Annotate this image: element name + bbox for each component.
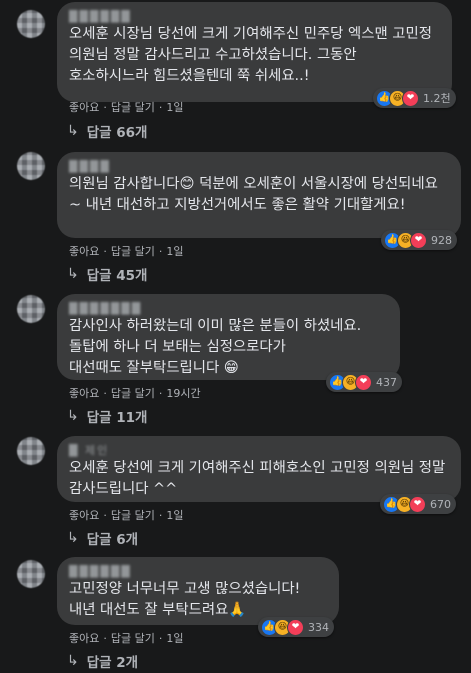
like-button[interactable]: 좋아요 — [69, 99, 99, 115]
reply-button[interactable]: 답글 달기 — [111, 243, 155, 259]
comment-bubble: ████ 의원님 감사합니다😊 덕분에 오세훈이 서울시장에 당선되네요~ 내년… — [57, 152, 461, 238]
view-replies-button[interactable]: ↳ 답글 11개 — [67, 406, 147, 426]
commenter-name[interactable]: ████ — [69, 160, 449, 173]
comment-actions: 좋아요 · 답글 달기 · 1일 — [69, 630, 184, 646]
reaction-count: 1.2천 — [423, 92, 451, 105]
comment-actions: 좋아요 · 답글 달기 · 19시간 — [69, 385, 201, 401]
like-button[interactable]: 좋아요 — [69, 507, 99, 523]
comment-bubble: ██████ 고민정양 너무너무 고생 많으셨습니다! 내년 대선도 잘 부탁드… — [57, 557, 339, 625]
like-button[interactable]: 좋아요 — [69, 243, 99, 259]
reply-arrow-icon: ↳ — [67, 530, 79, 546]
reaction-summary[interactable]: 👍 😆 ❤ 928 — [381, 230, 457, 250]
view-replies-button[interactable]: ↳ 답글 2개 — [67, 651, 138, 671]
love-reaction-icon: ❤ — [287, 618, 304, 636]
timestamp[interactable]: 1일 — [166, 99, 183, 115]
like-button[interactable]: 좋아요 — [69, 630, 99, 646]
comment-text: 고민정양 너무너무 고생 많으셨습니다! 내년 대선도 잘 부탁드려요🙏 — [69, 581, 301, 618]
reaction-summary[interactable]: 👍 😆 ❤ 334 — [258, 617, 334, 637]
comment-actions: 좋아요 · 답글 달기 · 1일 — [69, 243, 184, 259]
replies-count[interactable]: 답글 6개 — [87, 528, 138, 548]
love-reaction-icon: ❤ — [355, 373, 372, 391]
comment-bubble: ███████ 감사인사 하러왔는데 이미 많은 분들이 하셨네요. 돌탑에 하… — [57, 294, 400, 380]
reply-arrow-icon: ↳ — [67, 653, 79, 669]
avatar[interactable] — [17, 295, 45, 323]
reaction-count: 437 — [376, 375, 397, 389]
reply-button[interactable]: 답글 달기 — [111, 99, 155, 115]
timestamp[interactable]: 19시간 — [166, 385, 200, 401]
reaction-count: 334 — [308, 620, 329, 634]
reply-button[interactable]: 답글 달기 — [111, 385, 155, 401]
reaction-summary[interactable]: 👍 😆 ❤ 437 — [326, 372, 402, 392]
love-reaction-icon: ❤ — [409, 495, 426, 513]
avatar[interactable] — [17, 152, 45, 180]
replies-count[interactable]: 답글 2개 — [87, 651, 138, 671]
reaction-summary[interactable]: 👍 😆 ❤ 670 — [380, 494, 456, 514]
comment-bubble: ██████ 오세훈 시장님 당선에 크게 기여해주신 민주당 엑스맨 고민정 … — [57, 2, 452, 102]
replies-count[interactable]: 답글 66개 — [87, 121, 148, 141]
reply-arrow-icon: ↳ — [67, 266, 79, 282]
reaction-summary[interactable]: 👍 😆 ❤ 1.2천 — [373, 88, 456, 108]
replies-count[interactable]: 답글 11개 — [87, 406, 148, 426]
view-replies-button[interactable]: ↳ 답글 45개 — [67, 264, 147, 284]
reply-button[interactable]: 답글 달기 — [111, 630, 155, 646]
love-reaction-icon: ❤ — [402, 89, 419, 107]
timestamp[interactable]: 1일 — [166, 243, 183, 259]
view-replies-button[interactable]: ↳ 답글 6개 — [67, 528, 138, 548]
replies-count[interactable]: 답글 45개 — [87, 264, 148, 284]
like-button[interactable]: 좋아요 — [69, 385, 99, 401]
reaction-count: 670 — [430, 497, 451, 511]
love-reaction-icon: ❤ — [410, 231, 427, 249]
reply-arrow-icon: ↳ — [67, 408, 79, 424]
avatar[interactable] — [17, 560, 45, 588]
comment-actions: 좋아요 · 답글 달기 · 1일 — [69, 99, 184, 115]
comment-bubble: █ 제인 오세훈 당선에 크게 기여해주신 피해호소인 고민정 의원님 정말 감… — [57, 436, 461, 502]
reaction-count: 928 — [431, 233, 452, 247]
commenter-name[interactable]: █ 제인 — [69, 444, 449, 457]
reply-button[interactable]: 답글 달기 — [111, 507, 155, 523]
timestamp[interactable]: 1일 — [166, 507, 183, 523]
avatar[interactable] — [17, 437, 45, 465]
reply-arrow-icon: ↳ — [67, 123, 79, 139]
comment-text: 오세훈 시장님 당선에 크게 기여해주신 민주당 엑스맨 고민정 의원님 정말 … — [69, 26, 437, 84]
commenter-name[interactable]: ███████ — [69, 302, 388, 315]
comment-text: 감사인사 하러왔는데 이미 많은 분들이 하셨네요. 돌탑에 하나 더 보태는 … — [69, 318, 362, 376]
comment-text: 의원님 감사합니다😊 덕분에 오세훈이 서울시장에 당선되네요~ 내년 대선하고… — [69, 176, 438, 213]
comment-actions: 좋아요 · 답글 달기 · 1일 — [69, 507, 184, 523]
view-replies-button[interactable]: ↳ 답글 66개 — [67, 121, 147, 141]
commenter-name[interactable]: ██████ — [69, 565, 327, 578]
avatar[interactable] — [17, 10, 45, 38]
commenter-name[interactable]: ██████ — [69, 10, 440, 23]
timestamp[interactable]: 1일 — [166, 630, 183, 646]
